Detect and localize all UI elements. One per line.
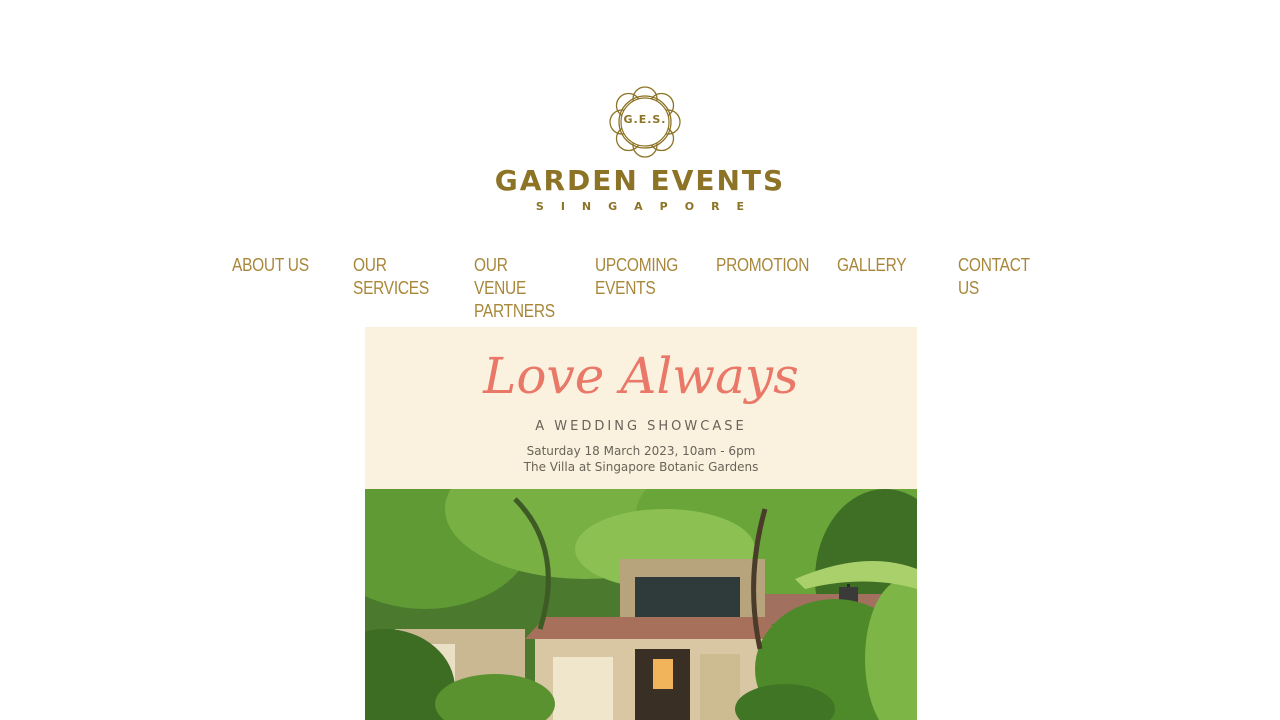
nav-our-venue-partners[interactable]: OUR VENUE PARTNERS — [474, 254, 556, 323]
villa-garden-photo — [365, 489, 917, 720]
nav-promotion[interactable]: PROMOTION — [716, 254, 811, 277]
poster-date: Saturday 18 March 2023, 10am - 6pm — [526, 444, 756, 458]
nav-gallery[interactable]: GALLERY — [837, 254, 932, 277]
poster-subtitle: A WEDDING SHOWCASE — [535, 419, 747, 434]
poster-script-title: Love Always — [483, 347, 799, 405]
logo-initials: G.E.S. — [623, 113, 667, 126]
site-logo[interactable]: G.E.S. GARDEN EVENTS SINGAPORE — [470, 80, 810, 220]
logo-wordmark: GARDEN EVENTS — [494, 164, 786, 197]
poster-header: Love Always A WEDDING SHOWCASE Saturday … — [365, 327, 917, 489]
nav-our-services[interactable]: OUR SERVICES — [353, 254, 429, 300]
event-poster[interactable]: Love Always A WEDDING SHOWCASE Saturday … — [365, 327, 917, 720]
nav-about-us[interactable]: ABOUT US — [232, 254, 327, 277]
nav-upcoming-events[interactable]: UPCOMING EVENTS — [595, 254, 678, 300]
poster-venue: The Villa at Singapore Botanic Gardens — [523, 460, 759, 474]
logo-tagline: SINGAPORE — [535, 200, 762, 213]
nav-contact-us[interactable]: CONTACT US — [958, 254, 1053, 300]
